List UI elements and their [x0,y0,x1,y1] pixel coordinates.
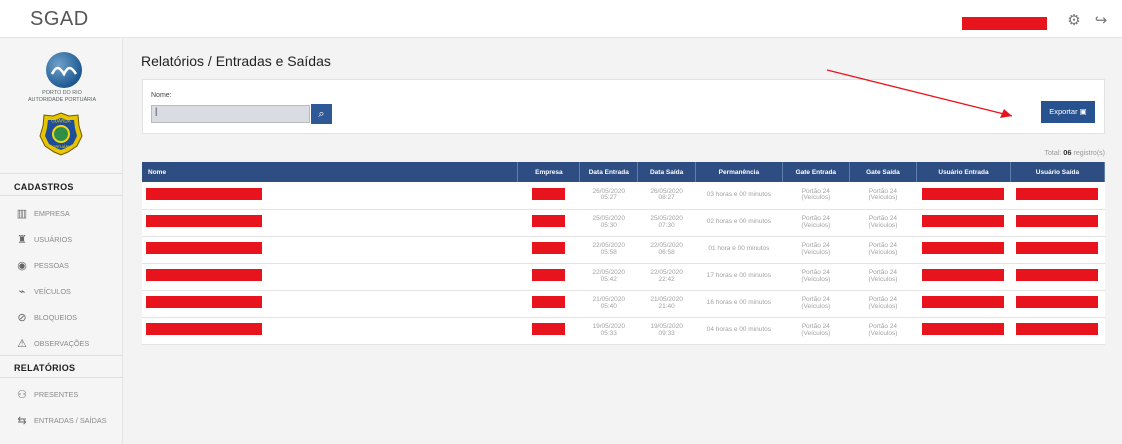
redacted-company [532,296,566,309]
building-icon: ▥ [16,207,28,220]
col-data-saida: Data Saída [637,162,697,182]
section-cadastros: CADASTROS [14,182,74,192]
redacted-name [146,215,262,228]
col-permanencia: Permanência [695,162,783,182]
redacted-company [532,188,566,200]
table-row[interactable]: 26/05/2020 05:27 26/05/2020 08:27 03 horas… [142,182,1105,210]
port-logo [46,52,82,88]
col-gate-saida: Gate Saída [849,162,918,182]
excel-icon: ▣ [1079,107,1087,116]
table-header-row: Nome Empresa Data Entrada Data Saída Per… [142,162,1106,182]
redacted-company [532,215,566,228]
badge-top-text: GUARDA [51,119,71,125]
redacted-company [532,242,566,255]
redacted-entry-user [922,296,1005,309]
people-icon: ⚇ [17,388,27,401]
exchange-icon: ⇆ [17,414,27,427]
wave-icon [50,66,78,77]
table-row[interactable]: 25/05/2020 05:30 25/05/2020 07:30 02 horas… [142,209,1105,237]
redacted-name [146,296,262,309]
badge-sub-text: BRASIL [56,149,66,153]
section-divider [0,377,123,378]
sidebar-item-observacoes[interactable]: ⚠ OBSERVAÇÕES [14,334,118,352]
app-title: SGAD [30,8,89,30]
name-input[interactable]: | [151,105,310,123]
sidebar-item-bloqueios[interactable]: ⊘ BLOQUEIOS [14,308,118,326]
annotation-arrow [826,69,1013,118]
table-row[interactable]: 22/05/2020 05:42 22/05/2020 22:42 17 horas… [142,263,1105,291]
redacted-exit-user [1016,215,1099,228]
table-row[interactable]: 21/05/2020 05:40 21/05/2020 21:40 16 horas… [142,290,1105,318]
redacted-exit-user [1016,296,1099,309]
table-row[interactable]: 19/05/2020 05:33 19/05/2020 09:33 04 horas… [142,317,1105,345]
col-gate-entrada: Gate Entrada [782,162,850,182]
guard-badge: GUARDA PORTUÁRIA BRASIL [39,112,83,156]
section-divider [0,355,123,356]
redacted-entry-user [922,269,1005,282]
section-divider [0,195,123,196]
redacted-entry-user [922,242,1005,255]
sidebar-item-usuarios[interactable]: ♜ USUÁRIOS [14,230,118,248]
section-relatorios: RELATÓRIOS [14,363,76,373]
redacted-exit-user [1016,269,1099,282]
col-usuario-saida: Usuário Saída [1010,162,1106,182]
car-icon: ⌁ [18,285,26,298]
gear-icon[interactable]: ⚙ [1065,12,1083,30]
redacted-exit-user [1016,323,1099,336]
page-title: Relatórios / Entradas e Saídas [141,53,331,69]
redacted-name [146,188,262,200]
top-bar: SGAD ⚙ ↪ [0,0,1122,38]
records-table: Nome Empresa Data Entrada Data Saída Per… [142,162,1106,345]
block-icon: ⊘ [17,311,27,324]
redacted-entry-user [922,215,1005,228]
sidebar-item-pessoas[interactable]: ◉ PESSOAS [14,256,118,274]
table-row[interactable]: 22/05/2020 05:58 22/05/2020 06:58 01 hora … [142,236,1105,264]
redacted-company [532,269,566,282]
users-icon: ♜ [17,233,27,246]
sidebar-item-veiculos[interactable]: ⌁ VEÍCULOS [14,282,118,300]
redacted-exit-user [1016,188,1099,200]
redacted-name [146,242,262,255]
redacted-company [532,323,566,336]
sidebar: PORTO DO RIO AUTORIDADE PORTUÁRIA GUARDA … [0,39,123,444]
sidebar-item-presentes[interactable]: ⚇ PRESENTES [14,385,118,403]
redacted-name [146,269,262,282]
redacted-entry-user [922,188,1005,200]
redacted-entry-user [922,323,1005,336]
redacted-name [146,323,262,336]
search-button[interactable]: ⌕ [311,104,332,124]
person-icon: ◉ [17,259,27,272]
col-data-entrada: Data Entrada [579,162,639,182]
port-authority-text: PORTO DO RIO AUTORIDADE PORTUÁRIA [27,90,97,103]
sidebar-item-entradas-saidas[interactable]: ⇆ ENTRADAS / SAÍDAS [14,411,118,429]
search-icon: ⌕ [318,108,325,120]
section-divider [0,173,123,174]
total-records: Total: 06 registro(s) [1044,148,1106,157]
col-nome: Nome [142,162,519,182]
redacted-exit-user [1016,242,1099,255]
redacted-user-name [962,17,1047,30]
col-usuario-entrada: Usuário Entrada [916,162,1011,182]
col-empresa: Empresa [517,162,581,182]
logout-icon[interactable]: ↪ [1092,12,1110,30]
sidebar-item-empresa[interactable]: ▥ EMPRESA [14,204,118,222]
export-button[interactable]: Exportar ▣ [1041,101,1095,123]
warning-icon: ⚠ [17,337,27,350]
name-filter-label: Nome: [151,92,172,99]
